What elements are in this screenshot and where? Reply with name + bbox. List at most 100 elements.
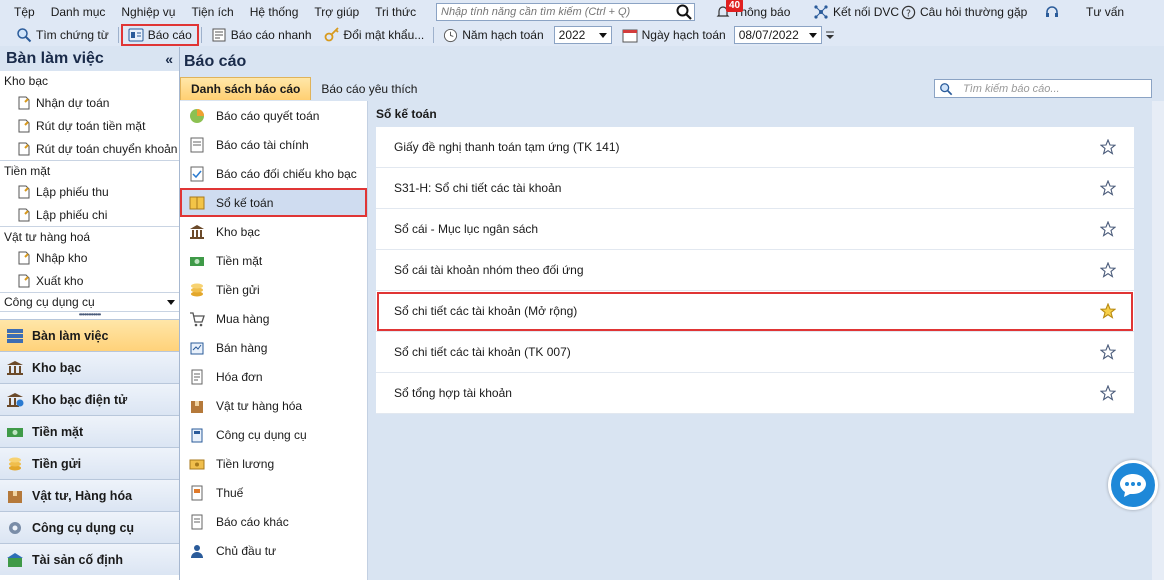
posting-date-input[interactable]: 08/07/2022 [733, 26, 822, 44]
nav-fixed-assets[interactable]: Tài sản cố định [0, 543, 179, 575]
report-row[interactable]: Sổ chi tiết các tài khoản (TK 007) [376, 332, 1134, 373]
nav-workspace[interactable]: Bàn làm việc [0, 319, 179, 351]
category-item[interactable]: Báo cáo đối chiếu kho bạc [180, 159, 367, 188]
star-filled-icon[interactable] [1100, 303, 1116, 319]
chat-bubble-button[interactable] [1108, 460, 1158, 510]
tab-report-list[interactable]: Danh sách báo cáo [180, 77, 312, 100]
report-row[interactable]: S31-H: Sổ chi tiết các tài khoản [376, 168, 1134, 209]
sidebar-item-withdraw-cash[interactable]: Rút dự toán tiền mặt [0, 114, 179, 137]
category-label: Công cụ dụng cụ [216, 427, 307, 442]
feature-search-input[interactable] [437, 6, 667, 18]
report-row[interactable]: Sổ cái tài khoản nhóm theo đối ứng [376, 250, 1134, 291]
nav-cash[interactable]: Tiền mặt [0, 415, 179, 447]
search-icon [940, 82, 953, 95]
star-outline-icon[interactable] [1100, 344, 1116, 360]
category-item[interactable]: Chủ đầu tư [180, 536, 367, 565]
toolbar-overflow-icon[interactable] [825, 30, 834, 40]
fiscal-year-value: 2022 [558, 28, 586, 42]
sidebar-item-stock-out[interactable]: Xuất kho [0, 269, 179, 292]
toolbar-separator [200, 27, 202, 43]
splitter-grip[interactable]: •••••••••••• [0, 311, 179, 319]
menu-help[interactable]: Trợ giúp [306, 0, 367, 24]
category-label: Báo cáo quyết toán [216, 108, 320, 123]
category-item[interactable]: Vật tư hàng hóa [180, 391, 367, 420]
sidebar-item-label: Xuất kho [36, 273, 84, 288]
nav-label: Vật tư, Hàng hóa [32, 488, 133, 503]
notification-button[interactable]: 40 Thông báo [716, 0, 790, 24]
menu-utilities[interactable]: Tiện ích [183, 0, 241, 24]
star-outline-icon[interactable] [1100, 221, 1116, 237]
sidebar-item-payment[interactable]: Lập phiếu chi [0, 203, 179, 226]
right-scrollbar[interactable] [1152, 101, 1164, 580]
report-row-selected[interactable]: Sổ chi tiết các tài khoản (Mở rộng) [376, 291, 1134, 332]
nav-goods[interactable]: Vật tư, Hàng hóa [0, 479, 179, 511]
category-label: Tiền mặt [216, 253, 263, 268]
change-password-button[interactable]: Đổi mật khẩu... [318, 25, 431, 45]
collapse-icon[interactable]: « [165, 51, 173, 67]
menu-operations[interactable]: Nghiệp vụ [113, 0, 183, 24]
category-item-selected[interactable]: Sổ kế toán [180, 188, 367, 217]
box-icon [188, 397, 206, 415]
nav-tools[interactable]: Công cụ dụng cụ [0, 511, 179, 543]
category-label: Mua hàng [216, 311, 270, 326]
headset-icon[interactable] [1044, 0, 1060, 24]
star-outline-icon[interactable] [1100, 139, 1116, 155]
category-item[interactable]: Hóa đơn [180, 362, 367, 391]
connect-dvc-label: Kết nối DVC [833, 5, 900, 19]
find-voucher-button[interactable]: Tìm chứng từ [10, 25, 115, 45]
connect-dvc-button[interactable]: Kết nối DVC [813, 0, 899, 24]
sidebar-item-stock-in[interactable]: Nhập kho [0, 246, 179, 269]
sidebar-group-select-value: Công cụ dụng cụ [4, 295, 95, 309]
nav-label: Tiền mặt [32, 424, 84, 439]
report-row[interactable]: Sổ cái - Mục lục ngân sách [376, 209, 1134, 250]
category-label: Báo cáo khác [216, 514, 289, 529]
category-item[interactable]: Tiền mặt [180, 246, 367, 275]
quick-report-button[interactable]: Báo cáo nhanh [205, 25, 318, 45]
category-item[interactable]: Mua hàng [180, 304, 367, 333]
menu-knowledge[interactable]: Tri thức [367, 0, 424, 24]
nav-e-treasury[interactable]: Kho bạc điện tử [0, 383, 179, 415]
report-label: Báo cáo [147, 28, 192, 42]
category-item[interactable]: Bán hàng [180, 333, 367, 362]
document-icon [18, 119, 30, 132]
sidebar-item-withdraw-transfer[interactable]: Rút dự toán chuyển khoản [0, 137, 179, 160]
document-icon [18, 274, 30, 287]
nav-label: Tiền gửi [32, 456, 82, 471]
report-label: Sổ cái - Mục lục ngân sách [394, 222, 539, 236]
search-icon[interactable] [676, 4, 692, 23]
nav-treasury[interactable]: Kho bạc [0, 351, 179, 383]
category-label: Tiền gửi [216, 282, 260, 297]
category-item[interactable]: Báo cáo khác [180, 507, 367, 536]
sidebar-group-select[interactable]: Công cụ dụng cụ [0, 292, 179, 312]
sidebar-item-receipt[interactable]: Lập phiếu thu [0, 180, 179, 203]
faq-button[interactable]: ? Câu hỏi thường gặp [901, 0, 1027, 24]
category-item[interactable]: Tiền lương [180, 449, 367, 478]
fiscal-year-select[interactable]: 2022 [553, 26, 612, 44]
nav-deposit[interactable]: Tiền gửi [0, 447, 179, 479]
building-icon [7, 552, 23, 567]
menu-system[interactable]: Hệ thống [242, 0, 307, 24]
report-row[interactable]: Giấy đề nghị thanh toán tạm ứng (TK 141) [376, 127, 1134, 168]
report-row[interactable]: Sổ tổng hợp tài khoản [376, 373, 1134, 414]
network-icon [814, 5, 828, 19]
category-label: Bán hàng [216, 340, 268, 355]
menu-catalog[interactable]: Danh mục [43, 0, 114, 24]
category-item[interactable]: Công cụ dụng cụ [180, 420, 367, 449]
report-label: Giấy đề nghị thanh toán tạm ứng (TK 141) [394, 140, 620, 154]
sidebar-item-receive-estimate[interactable]: Nhận dự toán [0, 91, 179, 114]
category-item[interactable]: Thuế [180, 478, 367, 507]
consult-button[interactable]: Tư vấn [1086, 0, 1124, 24]
star-outline-icon[interactable] [1100, 385, 1116, 401]
star-outline-icon[interactable] [1100, 180, 1116, 196]
report-search-box[interactable]: Tìm kiếm báo cáo... [934, 79, 1152, 98]
category-item[interactable]: Báo cáo tài chính [180, 130, 367, 159]
category-item[interactable]: Tiền gửi [180, 275, 367, 304]
category-item[interactable]: Báo cáo quyết toán [180, 101, 367, 130]
feature-search-box[interactable] [436, 3, 695, 21]
menu-file[interactable]: Tệp [0, 0, 43, 24]
tab-favorite-reports[interactable]: Báo cáo yêu thích [311, 77, 427, 100]
sidebar-item-label: Rút dự toán tiền mặt [36, 118, 146, 133]
report-button[interactable]: Báo cáo [120, 24, 199, 46]
star-outline-icon[interactable] [1100, 262, 1116, 278]
category-item[interactable]: Kho bạc [180, 217, 367, 246]
